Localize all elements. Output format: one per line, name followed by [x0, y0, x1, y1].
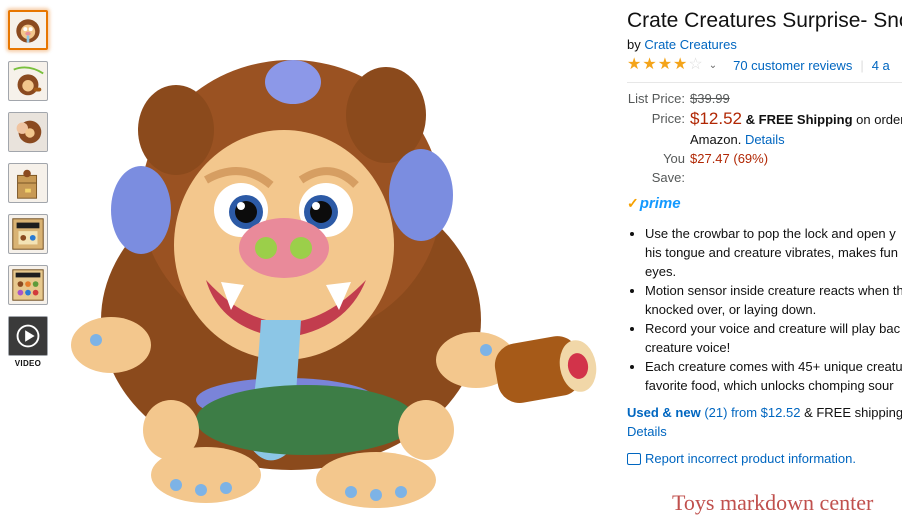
feature-bullet: Record your voice and creature will play…: [645, 319, 902, 357]
thumbnail-3[interactable]: [8, 112, 48, 152]
thumbnail-1[interactable]: [8, 10, 48, 50]
feature-bullets: Use the crowbar to pop the lock and open…: [627, 224, 902, 395]
byline: by Crate Creatures: [627, 37, 902, 52]
feature-bullet: Motion sensor inside creature reacts whe…: [645, 281, 902, 319]
shipping-details-link[interactable]: Details: [745, 132, 785, 147]
star-icon: ★: [627, 56, 642, 73]
comment-icon: [627, 452, 641, 465]
star-icon: ★: [642, 56, 657, 73]
feature-bullet: Each creature comes with 45+ unique crea…: [645, 357, 902, 395]
you-save-label: You Save:: [651, 151, 685, 185]
chevron-down-icon[interactable]: ⌄: [709, 60, 717, 71]
creature-toy-illustration: [71, 60, 597, 508]
star-rating[interactable]: ★ ★ ★ ★ ☆: [627, 57, 703, 73]
used-new-link[interactable]: Used & new (21) from $12.52: [627, 405, 800, 420]
video-thumbnail[interactable]: [8, 316, 48, 356]
thumbnail-6[interactable]: [8, 265, 48, 305]
price: $12.52: [690, 109, 742, 128]
used-details-link[interactable]: Details: [627, 424, 667, 439]
main-product-image[interactable]: [56, 20, 616, 515]
star-empty-icon: ☆: [688, 56, 703, 73]
product-title: Crate Creatures Surprise- Snort: [627, 9, 902, 32]
prime-label: prime: [639, 195, 681, 212]
thumbnail-strip: VIDEO: [8, 10, 52, 368]
product-info: Crate Creatures Surprise- Snort by Crate…: [627, 8, 902, 466]
feature-bullet: Use the crowbar to pop the lock and open…: [645, 224, 902, 281]
watermark-text: Toys markdown center: [672, 490, 874, 515]
reviews-link[interactable]: 70 customer reviews: [733, 58, 852, 73]
rating-row: ★ ★ ★ ★ ☆ ⌄ 70 customer reviews | 4 a: [627, 56, 902, 74]
report-link[interactable]: Report incorrect product information.: [645, 451, 856, 466]
divider: [627, 82, 902, 83]
prime-check-icon: ✓: [627, 195, 639, 211]
answered-questions-link[interactable]: 4 a: [872, 58, 890, 73]
star-icon: ★: [673, 56, 688, 73]
by-prefix: by: [627, 37, 641, 52]
list-price-label: List Price:: [627, 91, 685, 106]
free-shipping: & FREE Shipping: [745, 112, 853, 127]
star-icon: ★: [657, 56, 673, 73]
you-save-value: $27.47 (69%): [690, 151, 769, 166]
brand-link[interactable]: Crate Creatures: [644, 37, 736, 52]
shipping-tail: on order: [856, 112, 902, 127]
video-label: VIDEO: [14, 359, 42, 368]
used-shipping: & FREE shipping: [804, 405, 902, 420]
thumbnail-5[interactable]: [8, 214, 48, 254]
report-incorrect-info[interactable]: Report incorrect product information.: [627, 451, 902, 466]
prime-badge: ✓ prime: [627, 195, 902, 212]
price-label: Price:: [651, 111, 685, 126]
used-and-new: Used & new (21) from $12.52 & FREE shipp…: [627, 403, 902, 441]
shipping-line2: Amazon.: [690, 132, 742, 147]
thumbnail-4[interactable]: [8, 163, 48, 203]
separator: |: [860, 57, 864, 73]
list-price: $39.99: [690, 91, 730, 106]
price-block: List Price: $39.99 Price: $12.52 & FREE …: [627, 89, 902, 187]
thumbnail-2[interactable]: [8, 61, 48, 101]
